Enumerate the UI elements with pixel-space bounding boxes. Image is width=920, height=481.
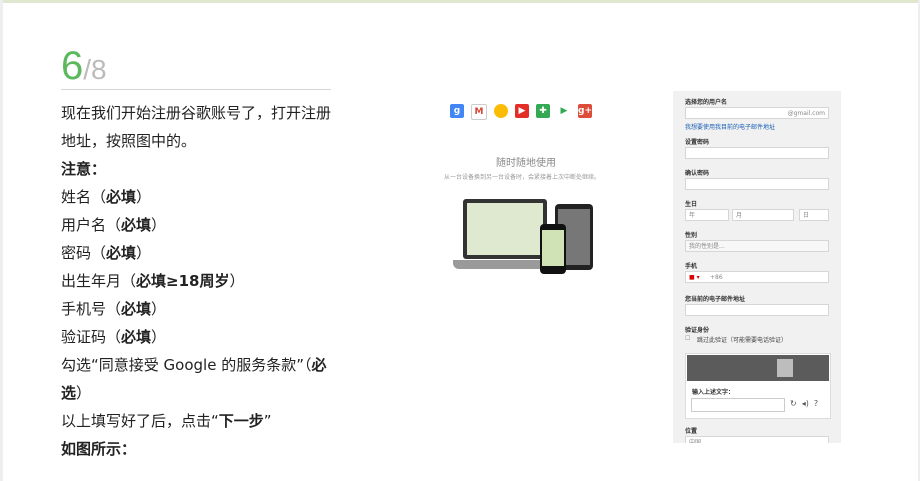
current-email-input bbox=[685, 304, 829, 316]
chrome-icon bbox=[494, 104, 508, 118]
skip-verify-checkbox: ☐ bbox=[685, 335, 691, 342]
gmail-icon: M bbox=[471, 104, 487, 120]
top-border bbox=[0, 0, 920, 3]
left-border bbox=[0, 0, 3, 481]
instruction-line: 验证码（必填） bbox=[61, 328, 167, 346]
google-plus-icon: g+ bbox=[578, 104, 592, 118]
promo-tagline: 随时随地使用 bbox=[496, 158, 556, 169]
use-existing-email-link: 我想要使用我目前的电子邮件地址 bbox=[685, 124, 776, 131]
birthday-label: 生日 bbox=[685, 201, 698, 208]
signup-form-screenshot: 选择您的用户名 @gmail.com 我想要使用我目前的电子邮件地址 设置密码 … bbox=[673, 91, 841, 443]
location-select: 中国 bbox=[685, 436, 829, 443]
instruction-text: 现在我们开始注册谷歌账号了，打开注册地址，按照图中的。 注意： 姓名（必填） 用… bbox=[61, 99, 336, 463]
confirm-password-input bbox=[685, 178, 829, 190]
google-search-icon: g bbox=[450, 104, 464, 118]
current-email-label: 您当前的电子邮件地址 bbox=[685, 296, 746, 303]
captcha-box: 输入上述文字： ↻ ◂) ? bbox=[685, 353, 831, 419]
audio-icon: ◂) bbox=[801, 399, 809, 408]
step-total: /8 bbox=[83, 54, 107, 85]
play-icon: ▶ bbox=[557, 104, 571, 118]
instruction-line: 现在我们开始注册谷歌账号了，打开注册地址，按照图中的。 bbox=[61, 104, 332, 150]
instruction-heading: 注意： bbox=[61, 160, 107, 178]
captcha-image bbox=[687, 355, 829, 381]
promo-subtagline: 从一台设备换到另一台设备时，会紧接着上次中断处继续。 bbox=[444, 174, 601, 181]
phone-label: 手机 bbox=[685, 263, 698, 270]
instruction-line: 以上填写好了后，点击“下一步” bbox=[61, 412, 272, 430]
phone-input: +86 bbox=[685, 271, 829, 283]
location-label: 位置 bbox=[685, 428, 698, 435]
verify-label: 验证身份 bbox=[685, 327, 710, 334]
instruction-line: 姓名（必填） bbox=[61, 188, 152, 206]
maps-icon: ✚ bbox=[536, 104, 550, 118]
skip-verify-text: 跳过此验证（可能需要电话验证） bbox=[697, 337, 788, 344]
instruction-line: 勾选“同意接受 Google 的服务条款”（必选） bbox=[61, 356, 327, 402]
captcha-input bbox=[691, 398, 785, 412]
username-label: 选择您的用户名 bbox=[685, 99, 728, 106]
password-input bbox=[685, 147, 829, 159]
instruction-line: 如图所示： bbox=[61, 440, 137, 458]
password-label: 设置密码 bbox=[685, 139, 710, 146]
month-select: 月 bbox=[732, 209, 794, 221]
step-current: 6 bbox=[61, 44, 84, 88]
day-input: 日 bbox=[799, 209, 829, 221]
instruction-line: 密码（必填） bbox=[61, 244, 152, 262]
china-flag-icon: ■ ▾ bbox=[689, 274, 700, 281]
instruction-line: 出生年月（必填≥18周岁） bbox=[61, 272, 245, 290]
youtube-icon: ▶ bbox=[515, 104, 529, 118]
username-input: @gmail.com bbox=[685, 107, 829, 119]
gender-label: 性别 bbox=[685, 232, 698, 239]
refresh-icon: ↻ bbox=[790, 399, 797, 408]
confirm-password-label: 确认密码 bbox=[685, 170, 710, 177]
google-apps-row: g M ▶ ✚ ▶ g+ bbox=[450, 104, 592, 120]
step-divider bbox=[61, 89, 331, 90]
phone-image bbox=[540, 224, 566, 274]
laptop-image bbox=[463, 199, 547, 259]
captcha-label: 输入上述文字： bbox=[692, 389, 735, 396]
step-counter: 6/8 bbox=[61, 42, 107, 90]
instruction-line: 手机号（必填） bbox=[61, 300, 167, 318]
year-input: 年 bbox=[685, 209, 729, 221]
gender-select: 我的性别是... bbox=[685, 240, 829, 252]
help-icon: ? bbox=[813, 399, 819, 408]
instruction-line: 用户名（必填） bbox=[61, 216, 167, 234]
